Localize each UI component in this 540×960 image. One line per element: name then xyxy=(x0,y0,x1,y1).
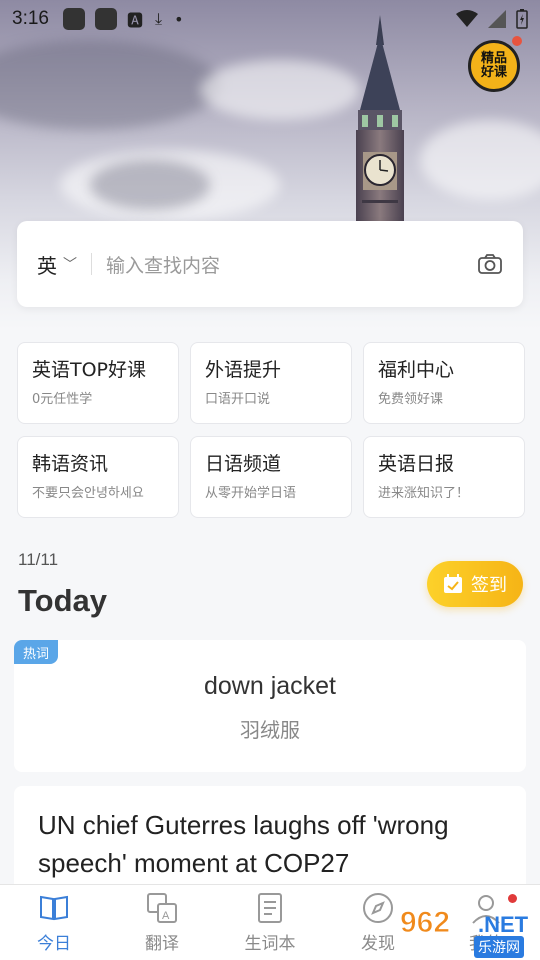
grid-item-subtitle: 免费领好课 xyxy=(378,392,444,407)
grid-item-title: 福利中心 xyxy=(378,359,455,381)
tab-label: 生词本 xyxy=(244,934,296,954)
svg-text:A: A xyxy=(162,910,170,922)
tab-label: 今日 xyxy=(37,934,71,954)
compass-icon xyxy=(363,893,393,923)
status-bar: 3:16 🅰 ⤓ • xyxy=(0,0,540,38)
camera-icon[interactable] xyxy=(477,251,503,277)
tab-label: 发现 xyxy=(361,934,395,954)
battery-icon xyxy=(516,9,528,29)
premium-course-badge[interactable]: 精品 好课 xyxy=(468,40,520,92)
hot-word-chinese: 羽绒服 xyxy=(240,718,300,742)
translate-icon: A xyxy=(147,893,177,923)
grid-item-english-top-course[interactable]: 英语TOP好课 0元任性学 xyxy=(17,342,179,424)
profile-notification-dot xyxy=(508,894,517,903)
tab-vocabulary[interactable]: 生词本 xyxy=(216,885,324,960)
language-label: 英 xyxy=(37,253,57,278)
grid-item-title: 英语日报 xyxy=(378,453,455,475)
badge-line1: 精品 xyxy=(480,51,507,67)
news-title: UN chief Guterres laughs off 'wrong spee… xyxy=(38,810,449,878)
hot-word-english: down jacket xyxy=(203,672,337,700)
today-heading: Today xyxy=(18,583,107,618)
clock-tower-image xyxy=(356,15,404,225)
grid-item-english-daily[interactable]: 英语日报 进来涨知识了！ xyxy=(363,436,525,518)
grid-item-welfare-center[interactable]: 福利中心 免费领好课 xyxy=(363,342,525,424)
badge-notification-dot xyxy=(512,36,522,46)
checkin-label: 签到 xyxy=(471,575,507,596)
more-dot-icon: • xyxy=(174,9,184,29)
grid-item-language-boost[interactable]: 外语提升 口语开口说 xyxy=(190,342,352,424)
status-time: 3:16 xyxy=(12,8,49,29)
tab-today[interactable]: 今日 xyxy=(0,885,108,960)
wifi-icon xyxy=(456,10,478,27)
grid-item-subtitle: 进来涨知识了！ xyxy=(378,486,470,501)
notebook-icon xyxy=(258,893,282,923)
grid-item-title: 外语提升 xyxy=(205,359,282,381)
grid-item-title: 英语TOP好课 xyxy=(32,359,147,381)
calendar-icon xyxy=(444,574,462,593)
app-notification-icon xyxy=(94,8,117,30)
download-icon: ⤓ xyxy=(155,9,163,28)
grid-item-subtitle: 口语开口说 xyxy=(205,392,271,407)
grid-item-japanese-channel[interactable]: 日语频道 从零开始学日语 xyxy=(190,436,352,518)
language-selector[interactable]: 英 ﹀ xyxy=(37,250,77,279)
grid-item-subtitle: 0元任性学 xyxy=(32,392,93,407)
grid-item-subtitle: 不要只会안녕하세요 xyxy=(32,486,144,501)
divider xyxy=(91,253,92,275)
grid-item-korean-news[interactable]: 韩语资讯 不要只会안녕하세요 xyxy=(17,436,179,518)
chevron-down-icon: ﹀ xyxy=(63,257,77,273)
site-watermark: 962 .NET 乐游网 xyxy=(399,906,540,960)
signal-icon xyxy=(488,10,506,28)
hot-word-card[interactable]: 热词 down jacket 羽绒服 xyxy=(14,640,526,772)
tab-label: 翻译 xyxy=(145,934,179,954)
search-bar: 英 ﹀ 输入查找内容 xyxy=(17,221,523,307)
book-icon xyxy=(40,895,68,921)
today-date: 11/11 xyxy=(18,550,59,569)
watermark-net: .NET xyxy=(478,912,529,937)
keyboard-icon: 🅰 xyxy=(126,11,143,30)
tab-translate[interactable]: A 翻译 xyxy=(108,885,216,960)
grid-item-title: 韩语资讯 xyxy=(32,453,109,475)
app-notification-icon xyxy=(62,8,85,30)
grid-item-subtitle: 从零开始学日语 xyxy=(205,486,297,501)
search-input[interactable]: 输入查找内容 xyxy=(106,251,477,278)
watermark-site: 乐游网 xyxy=(474,936,524,958)
hot-word-tag: 热词 xyxy=(14,640,58,664)
grid-item-title: 日语频道 xyxy=(205,453,282,475)
watermark-brand: 962 xyxy=(399,906,451,940)
badge-line2: 好课 xyxy=(480,65,507,80)
checkin-button[interactable]: 签到 xyxy=(427,561,523,607)
